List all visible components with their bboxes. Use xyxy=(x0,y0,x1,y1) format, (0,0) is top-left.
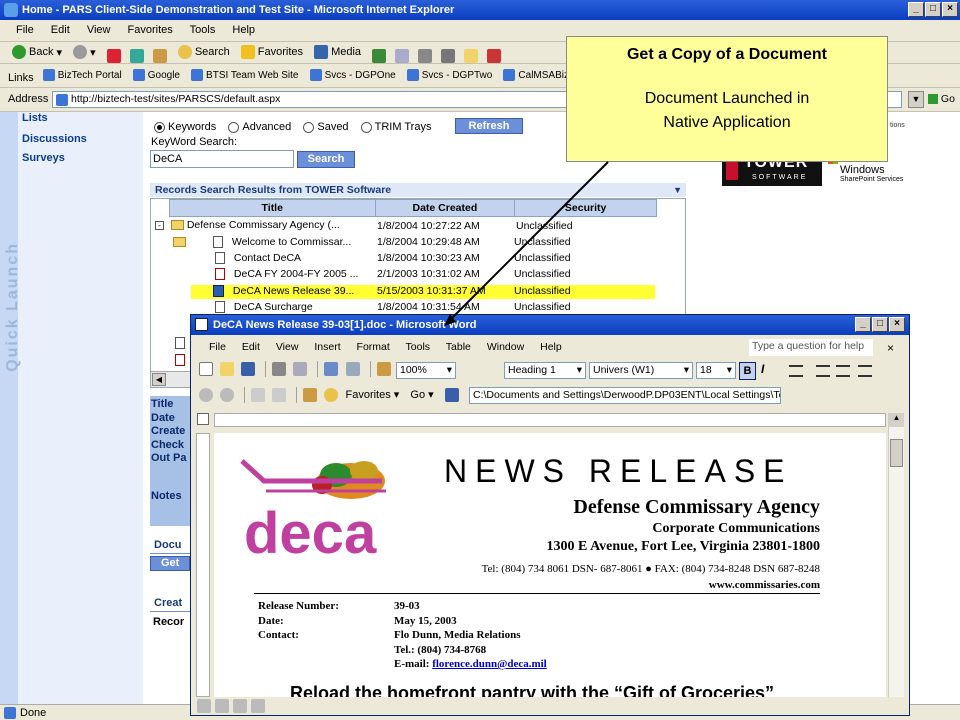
callout-arrow xyxy=(444,161,609,326)
